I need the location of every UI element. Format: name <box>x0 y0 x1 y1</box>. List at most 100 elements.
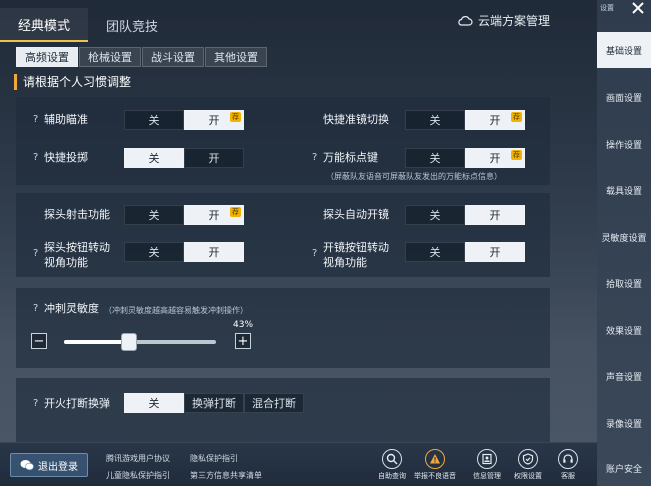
sprint-sensitivity-label: 冲刺灵敏度 <box>44 302 99 315</box>
fire-interrupt-reload-selector: 关 换弹打断 混合打断 <box>124 393 304 413</box>
fire-interrupt-reload-label: 开火打断换弹 <box>44 397 110 410</box>
quick-throw-off[interactable]: 关 <box>124 148 184 168</box>
toggle-on-label: 开 <box>489 152 501 165</box>
help-icon[interactable]: ? <box>312 152 317 163</box>
toggle-on-label: 开 <box>489 209 501 222</box>
option-label: 混合打断 <box>252 397 296 410</box>
sidebar-item-vehicle[interactable]: 载具设置 <box>597 172 651 208</box>
peek-fire-off[interactable]: 关 <box>124 205 184 225</box>
scope-button-turn-label-1: 开镜按钮转动 <box>323 241 389 254</box>
link-third-party[interactable]: 第三方信息共享清单 <box>190 470 262 481</box>
sidebar-item-sound[interactable]: 声音设置 <box>597 358 651 394</box>
peek-auto-scope-off[interactable]: 关 <box>405 205 465 225</box>
sprint-plus-button[interactable]: + <box>235 333 251 349</box>
subtab-high-frequency[interactable]: 高频设置 <box>16 47 78 67</box>
scope-button-turn-off[interactable]: 关 <box>405 242 465 262</box>
subtab-combat-label: 战斗设置 <box>151 51 195 64</box>
sidebar-item-pickup[interactable]: 拾取设置 <box>597 265 651 301</box>
sidebar-item-recording[interactable]: 录像设置 <box>597 405 651 441</box>
sprint-minus-button[interactable]: − <box>31 333 47 349</box>
toggle-off-label: 关 <box>148 246 160 259</box>
link-privacy-guide[interactable]: 隐私保护指引 <box>190 453 238 464</box>
sub-tabs: 高频设置 枪械设置 战斗设置 其他设置 <box>16 47 268 67</box>
info-management-label: 信息管理 <box>473 472 501 480</box>
scope-button-turn-label-2: 视角功能 <box>323 256 367 269</box>
search-icon <box>386 453 398 465</box>
sprint-slider-thumb[interactable] <box>121 333 138 351</box>
universal-marker-off[interactable]: 关 <box>405 148 465 168</box>
panel-sprint <box>16 288 550 368</box>
sidebar-item-effects[interactable]: 效果设置 <box>597 312 651 348</box>
aim-assist-toggle: 关 开荐 <box>124 110 244 130</box>
help-icon[interactable]: ? <box>33 398 38 409</box>
aim-assist-on[interactable]: 开荐 <box>184 110 244 130</box>
logout-label: 退出登录 <box>38 461 78 473</box>
close-button[interactable] <box>625 0 651 16</box>
quick-scope-switch-on[interactable]: 开荐 <box>465 110 525 130</box>
info-management-button[interactable]: 信息管理 <box>467 449 507 485</box>
peek-button-turn-label-1: 探头按钮转动 <box>44 241 110 254</box>
sidebar-item-label: 拾取设置 <box>605 279 642 290</box>
wechat-icon <box>20 460 34 471</box>
tab-team-deathmatch[interactable]: 团队竞技 <box>88 8 176 42</box>
tab-team-deathmatch-label: 团队竞技 <box>106 19 159 35</box>
help-icon[interactable]: ? <box>33 248 38 259</box>
toggle-on-label: 开 <box>208 152 220 165</box>
toggle-off-label: 关 <box>148 209 160 222</box>
sidebar-item-controls[interactable]: 操作设置 <box>597 126 651 162</box>
peek-button-turn-off[interactable]: 关 <box>124 242 184 262</box>
customer-service-label: 客服 <box>561 472 575 480</box>
sidebar-item-sensitivity[interactable]: 灵敏度设置 <box>597 219 651 255</box>
sidebar-item-graphics[interactable]: 画面设置 <box>597 79 651 115</box>
recommend-badge: 荐 <box>511 150 522 160</box>
universal-marker-on[interactable]: 开荐 <box>465 148 525 168</box>
sidebar-item-basic[interactable]: 基础设置 <box>597 32 651 68</box>
subtab-high-frequency-label: 高频设置 <box>25 51 69 64</box>
customer-service-button[interactable]: 客服 <box>548 449 588 485</box>
fire-interrupt-off[interactable]: 关 <box>124 393 184 413</box>
fire-interrupt-reload-interrupt[interactable]: 换弹打断 <box>184 393 244 413</box>
self-query-button[interactable]: 自助查询 <box>372 449 412 485</box>
peek-fire-on[interactable]: 开荐 <box>184 205 244 225</box>
scope-button-turn-on[interactable]: 开 <box>465 242 525 262</box>
universal-marker-label: 万能标点键 <box>323 151 378 164</box>
tab-classic-mode[interactable]: 经典模式 <box>0 8 89 42</box>
toggle-on-label: 开 <box>208 246 220 259</box>
sprint-sensitivity-note: （冲刺灵敏度越高越容易触发冲刺操作） <box>104 306 248 315</box>
report-voice-button[interactable]: 举报不良语音 <box>414 449 456 485</box>
logout-button[interactable]: 退出登录 <box>10 453 88 477</box>
subtab-other[interactable]: 其他设置 <box>205 47 267 67</box>
scope-button-turn-toggle: 关 开 <box>405 242 525 262</box>
recommend-badge: 荐 <box>230 112 241 122</box>
quick-throw-on[interactable]: 开 <box>184 148 244 168</box>
quick-scope-switch-off[interactable]: 关 <box>405 110 465 130</box>
permission-settings-button[interactable]: 权限设置 <box>508 449 548 485</box>
fire-interrupt-mixed[interactable]: 混合打断 <box>244 393 304 413</box>
cloud-icon <box>458 15 473 26</box>
help-icon[interactable]: ? <box>33 114 38 125</box>
plus-icon: + <box>237 333 249 349</box>
peek-button-turn-label-2: 视角功能 <box>44 256 88 269</box>
help-icon[interactable]: ? <box>312 248 317 259</box>
subtab-combat[interactable]: 战斗设置 <box>142 47 204 67</box>
sidebar-item-account-security[interactable]: 账户安全 <box>597 450 651 486</box>
help-icon[interactable]: ? <box>33 303 38 314</box>
link-user-agreement[interactable]: 腾讯游戏用户协议 <box>106 453 170 464</box>
toggle-off-label: 关 <box>429 209 441 222</box>
subtab-weapon[interactable]: 枪械设置 <box>79 47 141 67</box>
help-icon[interactable]: ? <box>33 152 38 163</box>
bottom-bar: 退出登录 腾讯游戏用户协议 隐私保护指引 儿童隐私保护指引 第三方信息共享清单 … <box>0 442 597 486</box>
aim-assist-off[interactable]: 关 <box>124 110 184 130</box>
tab-classic-mode-label: 经典模式 <box>18 18 71 34</box>
peek-button-turn-on[interactable]: 开 <box>184 242 244 262</box>
link-child-privacy[interactable]: 儿童隐私保护指引 <box>106 470 170 481</box>
id-card-icon <box>482 453 492 465</box>
quick-throw-label: 快捷投掷 <box>44 151 88 164</box>
toggle-on-label: 开 <box>208 114 220 127</box>
peek-fire-label: 探头射击功能 <box>44 208 110 221</box>
peek-auto-scope-on[interactable]: 开 <box>465 205 525 225</box>
sidebar-item-label: 操作设置 <box>605 140 642 151</box>
cloud-plan-button[interactable]: 云端方案管理 <box>457 12 550 29</box>
permission-settings-label: 权限设置 <box>514 472 542 480</box>
sidebar-item-label: 载具设置 <box>605 186 642 197</box>
